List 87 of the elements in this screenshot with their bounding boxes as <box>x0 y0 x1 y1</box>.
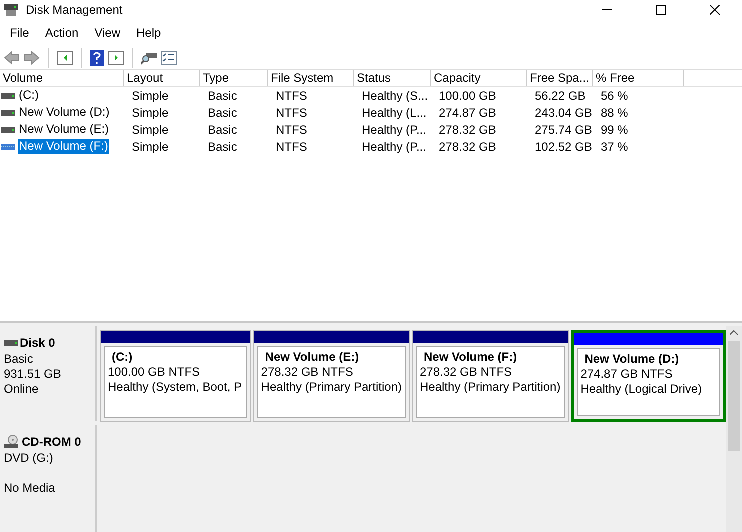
menu-item[interactable]: Action <box>39 24 85 42</box>
disk-info: Basic <box>4 352 34 367</box>
window-title: Disk Management <box>26 2 123 19</box>
table-cell: 88 % <box>600 106 630 120</box>
table-cell: 243.04 GB <box>534 106 594 120</box>
column-header[interactable]: Status <box>354 70 431 86</box>
pane-icon[interactable] <box>108 50 124 64</box>
table-cell: NTFS <box>275 88 308 102</box>
partition-block[interactable]: New Volume (E:) 278.32 GB NTFS Healthy (Primary Partition) <box>253 330 410 422</box>
table-cell: Healthy (P... <box>361 140 428 154</box>
table-cell: 275.74 GB <box>534 122 594 136</box>
menu-item[interactable]: File <box>4 24 36 42</box>
column-header[interactable]: Capacity <box>431 70 527 86</box>
column-header[interactable]: % Free <box>593 70 684 86</box>
partition-status: Healthy (Primary Partition) <box>420 380 561 395</box>
partition-block[interactable]: New Volume (F:) 278.32 GB NTFS Healthy (Primary Partition) <box>412 330 569 422</box>
partition-name: (C:) <box>111 350 134 365</box>
table-cell: Simple <box>131 140 170 154</box>
table-cell: 102.52 GB <box>534 140 594 154</box>
table-cell: Healthy (S... <box>361 88 430 102</box>
partition-name: New Volume (F:) <box>423 350 518 365</box>
column-header[interactable]: File System <box>268 70 354 86</box>
table-cell: Basic <box>207 140 238 154</box>
disk-info: 931.51 GB <box>4 367 62 382</box>
table-cell: 99 % <box>600 122 630 136</box>
table-cell: Simple <box>131 88 170 102</box>
column-header[interactable]: Free Spa... <box>527 70 593 86</box>
partition-status: Healthy (System, Boot, P <box>108 380 244 395</box>
menu-item[interactable]: Help <box>130 24 168 42</box>
partition-status: Healthy (Logical Drive) <box>580 382 704 397</box>
table-cell: 278.32 GB <box>438 140 498 154</box>
maximize-icon <box>656 5 666 15</box>
partition-block[interactable]: New Volume (D:) 274.87 GB NTFS Healthy (Logical Drive) <box>570 330 726 422</box>
table-cell: New Volume (D:) <box>18 105 111 120</box>
disk-status: Online <box>4 382 40 397</box>
disk-info: DVD (G:) <box>4 451 54 466</box>
scrollbar[interactable] <box>726 326 742 532</box>
partition-size: 278.32 GB NTFS <box>261 365 354 380</box>
striped-drive-icon <box>1 144 15 150</box>
partition-block[interactable]: (C:) 100.00 GB NTFS Healthy (System, Boot, P <box>100 330 252 422</box>
table-cell: New Volume (E:) <box>18 122 110 137</box>
table-cell: NTFS <box>275 122 308 136</box>
scroll-up-icon[interactable] <box>730 330 738 335</box>
cd-drive-icon <box>4 435 20 449</box>
table-cell: Healthy (P... <box>361 122 428 136</box>
table-cell: 274.87 GB <box>438 106 498 120</box>
partition-size: 100.00 GB NTFS <box>108 365 202 380</box>
table-cell: Basic <box>207 122 238 136</box>
drive-icon <box>1 92 15 98</box>
scroll-thumb[interactable] <box>728 341 740 451</box>
partition-status: Healthy (Primary Partition) <box>261 380 402 395</box>
partition-size: 274.87 GB NTFS <box>580 367 674 382</box>
partition-name: New Volume (E:) <box>264 350 360 365</box>
table-cell: Simple <box>131 122 170 136</box>
partition-name: New Volume (D:) <box>584 352 680 367</box>
pane-icon[interactable] <box>57 50 73 64</box>
disk-name: Disk 0 <box>20 335 56 352</box>
table-cell: Basic <box>207 106 238 120</box>
table-cell: 278.32 GB <box>438 122 498 136</box>
table-cell: Healthy (L... <box>361 106 428 120</box>
table-cell: Simple <box>131 106 170 120</box>
drive-search-icon[interactable] <box>141 50 157 64</box>
back-icon[interactable] <box>4 50 20 64</box>
partition-size: 278.32 GB NTFS <box>420 365 514 380</box>
drive-icon <box>1 110 15 116</box>
table-cell: NTFS <box>275 140 308 154</box>
table-cell: 100.00 GB <box>438 88 498 102</box>
disk-status: No Media <box>4 481 56 496</box>
column-header[interactable]: Type <box>200 70 268 86</box>
table-cell: 56.22 GB <box>534 88 587 102</box>
disk-name: CD-ROM 0 <box>22 434 82 451</box>
column-header[interactable]: Layout <box>124 70 200 86</box>
checklist-icon[interactable] <box>161 50 177 64</box>
close-icon <box>710 5 720 15</box>
table-cell: (C:) <box>18 88 40 103</box>
drive-icon <box>1 126 15 132</box>
help-icon[interactable] <box>90 50 104 66</box>
forward-icon[interactable] <box>24 50 40 64</box>
table-cell: 56 % <box>600 88 630 102</box>
drive-icon <box>4 340 18 346</box>
table-cell: 37 % <box>600 140 630 154</box>
table-cell: New Volume (F:) <box>18 139 110 154</box>
table-cell: NTFS <box>275 106 308 120</box>
table-cell: Basic <box>207 88 238 102</box>
column-header[interactable]: Volume <box>0 70 124 86</box>
app-icon <box>4 4 18 16</box>
menu-item[interactable]: View <box>88 24 126 42</box>
